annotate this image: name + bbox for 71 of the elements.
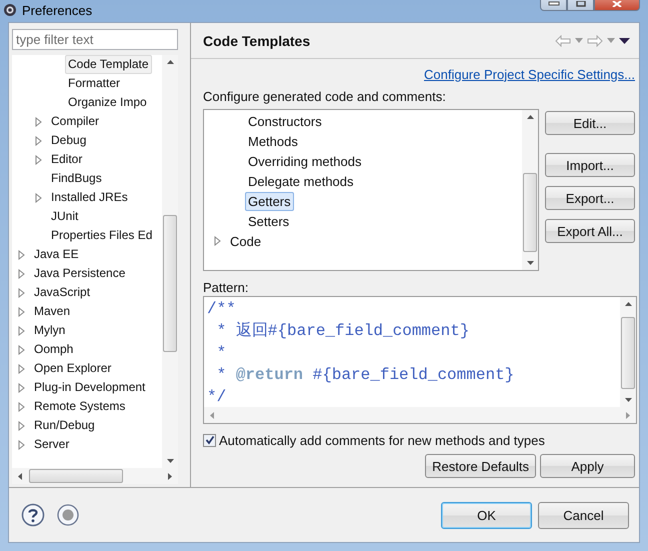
checkbox[interactable] — [203, 434, 216, 446]
back-arrow-icon[interactable] — [555, 34, 571, 46]
forward-arrow-icon[interactable] — [587, 34, 603, 46]
template-item[interactable]: Overriding methods — [245, 152, 364, 170]
code-line: * @return #{bare_field_comment} — [216, 365, 516, 386]
cancel-button[interactable]: Cancel — [538, 502, 629, 528]
export-button[interactable]: Export... — [545, 186, 635, 210]
tree-item[interactable]: FindBugs — [48, 169, 105, 188]
caret-icon[interactable] — [575, 38, 583, 43]
caret-icon[interactable] — [607, 38, 615, 43]
template-item[interactable]: Methods — [245, 132, 301, 150]
tree-item[interactable]: Maven — [31, 302, 74, 321]
pattern-editor[interactable]: /** * 返回#{bare_field_comment} * * @return #{bare_field_comment} */ — [203, 296, 637, 424]
tree-item[interactable]: Properties Files Ed — [48, 226, 156, 245]
template-item[interactable]: Setters — [245, 212, 292, 230]
tree-item[interactable]: JUnit — [48, 207, 82, 226]
horizontal-scrollbar[interactable] — [12, 468, 178, 484]
help-icon[interactable] — [21, 503, 45, 527]
expand-arrow-icon[interactable] — [214, 236, 221, 246]
edit-button[interactable]: Edit... — [545, 111, 635, 135]
checkbox-label: Automatically add comments for new methods and types — [219, 432, 545, 448]
apply-button[interactable]: Apply — [540, 454, 635, 478]
template-item[interactable]: Constructors — [245, 112, 325, 130]
tree-item[interactable]: Plug-in Development — [31, 378, 148, 397]
scroll-arrow-icon[interactable] — [624, 301, 632, 307]
page-title: Code Templates — [203, 32, 310, 48]
filter-field[interactable]: type filter text — [12, 29, 178, 50]
tree-item[interactable]: Remote Systems — [31, 397, 128, 416]
code-line: /** — [207, 299, 237, 320]
import-button[interactable]: Import... — [545, 153, 635, 177]
tree-item[interactable]: Run/Debug — [31, 416, 98, 435]
scroll-arrow-icon[interactable] — [526, 260, 534, 266]
tree-item[interactable]: Organize Impo — [65, 93, 150, 112]
maximize-icon[interactable] — [574, 1, 586, 7]
tree-item[interactable]: Editor — [48, 150, 86, 169]
tree-item[interactable]: Installed JREs — [48, 188, 131, 207]
window-title: Preferences — [22, 2, 92, 18]
menu-icon[interactable] — [619, 38, 630, 44]
template-item[interactable]: Code — [227, 232, 264, 250]
scroll-arrow-icon[interactable] — [526, 114, 534, 120]
tree-item[interactable]: Code Template — [65, 55, 152, 74]
template-item[interactable]: Getters — [245, 192, 294, 210]
tree-item[interactable]: Compiler — [48, 112, 102, 131]
scroll-arrow-icon[interactable] — [166, 59, 174, 65]
code-line: * — [216, 343, 228, 364]
close-icon[interactable] — [611, 1, 623, 7]
tree-item[interactable]: Debug — [48, 131, 90, 150]
scroll-arrow-icon[interactable] — [17, 472, 23, 480]
code-line: * 返回#{bare_field_comment} — [216, 320, 470, 342]
tree-item[interactable]: Mylyn — [31, 321, 68, 340]
vertical-scrollbar[interactable] — [620, 297, 636, 407]
description-text: Configure generated code and comments: — [203, 88, 447, 106]
tree-item[interactable]: Server — [31, 435, 72, 454]
minimize-icon[interactable] — [548, 1, 560, 7]
tree-item[interactable]: Java EE — [31, 245, 82, 264]
restore-defaults-button[interactable]: Restore Defaults — [425, 454, 536, 478]
export-all-button[interactable]: Export All... — [545, 219, 635, 243]
tree-item[interactable]: Formatter — [65, 74, 124, 93]
template-item[interactable]: Delegate methods — [245, 172, 357, 190]
project-settings-link[interactable]: Configure Project Specific Settings... — [424, 66, 635, 82]
code-line: */ — [207, 387, 228, 407]
record-icon[interactable] — [57, 504, 79, 526]
pattern-label: Pattern: — [203, 278, 250, 296]
tree-item[interactable]: Java Persistence — [31, 264, 128, 283]
vertical-scrollbar[interactable] — [162, 55, 178, 468]
expand-arrow-icon[interactable] — [35, 192, 42, 202]
tree-item[interactable]: Oomph — [31, 340, 76, 359]
ok-button[interactable]: OK — [441, 502, 532, 528]
tree-item[interactable]: JavaScript — [31, 283, 94, 302]
vertical-scrollbar[interactable] — [522, 110, 538, 270]
tree-item[interactable]: Open Explorer — [31, 359, 114, 378]
